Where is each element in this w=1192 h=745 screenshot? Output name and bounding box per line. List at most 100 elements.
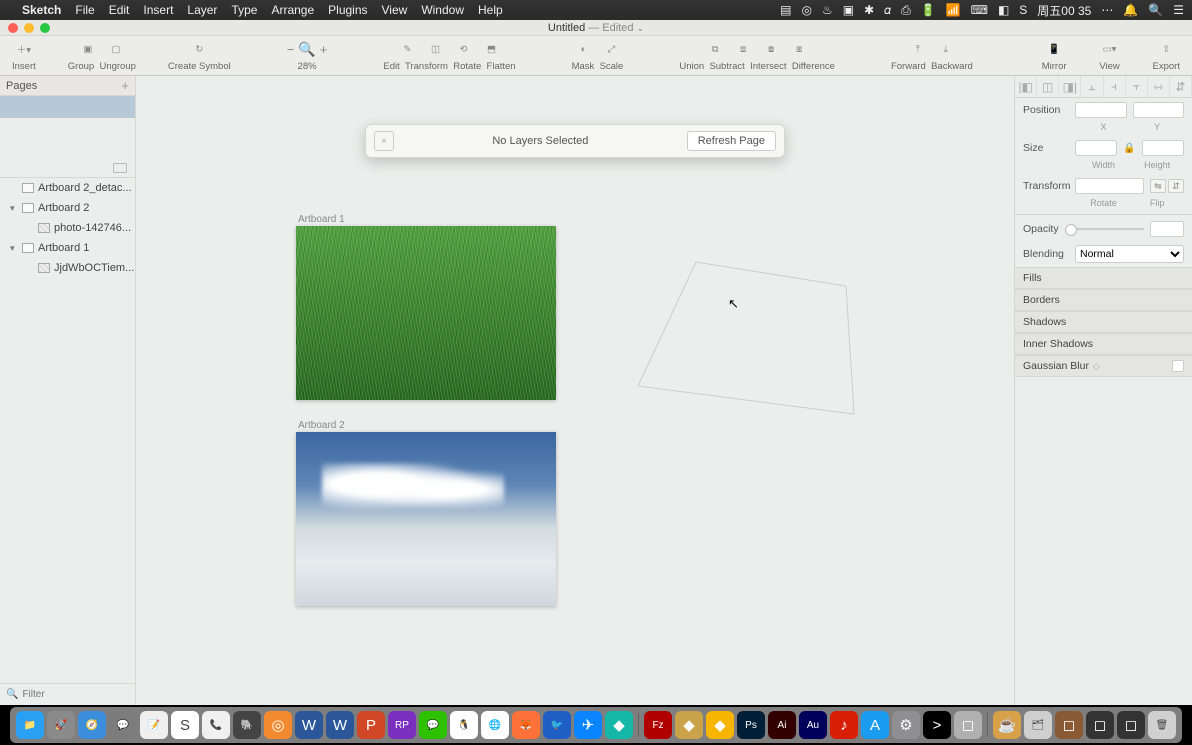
edit-icon[interactable]: ✎ [396,40,418,58]
dock-app-safari[interactable]: 🧭 [78,711,106,739]
union-icon[interactable]: ⧉ [704,40,726,58]
dock-app-app-dark[interactable]: ◻ [1086,711,1114,739]
status-icon[interactable]: S [1019,3,1027,17]
borders-section[interactable]: Borders [1015,289,1192,311]
menu-edit[interactable]: Edit [109,3,130,17]
dock-app-netease[interactable]: ♪ [830,711,858,739]
toolbar-insert[interactable]: ＋▾ Insert [8,36,40,72]
align-right-icon[interactable]: ◨| [1059,76,1081,97]
subtract-icon[interactable]: ⧈ [732,40,754,58]
dock-app-app-gold[interactable]: ◆ [675,711,703,739]
artboard-label[interactable]: Artboard 1 [298,214,345,225]
menu-view[interactable]: View [382,3,408,17]
status-icon[interactable]: 𝛼 [884,3,891,18]
dock-app-app-teal[interactable]: ◆ [605,711,633,739]
dock-app-reminders[interactable]: 📝 [140,711,168,739]
battery-icon[interactable]: 🔋 [921,3,936,17]
gaussian-blur-checkbox[interactable] [1172,360,1184,372]
status-icon[interactable]: ◎ [802,3,812,17]
dock-app-messages[interactable]: 💬 [109,711,137,739]
forward-icon[interactable]: ⤒ [907,40,929,58]
layer-item[interactable]: Artboard 2_detac... [0,178,135,198]
status-icon[interactable]: ✱ [864,3,874,17]
layer-item[interactable]: ▾Artboard 2 [0,198,135,218]
disclosure-icon[interactable]: ▾ [10,203,18,214]
wifi-icon[interactable]: 📶 [946,3,961,17]
align-center-h-icon[interactable]: ◫ [1037,76,1059,97]
group-icon[interactable]: ▣ [77,40,99,58]
dock-app-ringcentral[interactable]: 📞 [202,711,230,739]
add-page-button[interactable]: + [121,78,129,93]
menubar-app[interactable]: Sketch [22,3,61,17]
dock-app-files[interactable]: 🗂 [1024,711,1052,739]
align-left-icon[interactable]: |◧ [1015,76,1037,97]
distribute-h-icon[interactable]: ⇿ [1148,76,1170,97]
menu-arrange[interactable]: Arrange [271,3,314,17]
dock-app-app-dark2[interactable]: ◻ [1117,711,1145,739]
lock-icon[interactable]: 🔒 [1123,143,1135,154]
width-input[interactable] [1075,140,1117,156]
page-row-selected[interactable] [0,96,135,118]
canvas[interactable]: × No Layers Selected Refresh Page Artboa… [136,76,1014,705]
intersect-icon[interactable]: ⧇ [760,40,782,58]
opacity-slider[interactable] [1065,228,1144,230]
position-y-input[interactable] [1133,102,1185,118]
toolbar-mirror[interactable]: 📱 Mirror [1038,36,1071,72]
rotate-icon[interactable]: ⟲ [452,40,474,58]
dock-app-launchpad[interactable]: 🚀 [47,711,75,739]
refresh-page-button[interactable]: Refresh Page [687,131,776,151]
gaussian-blur-section[interactable]: Gaussian Blur ◇ [1015,355,1192,377]
filter-input[interactable] [22,689,154,700]
notification-icon[interactable]: 🔔 [1123,3,1138,17]
toolbar-view[interactable]: ▭▾ View [1095,36,1125,72]
spotlight-icon[interactable]: 🔍 [1148,3,1163,17]
position-x-input[interactable] [1075,102,1127,118]
toolbar-create-symbol[interactable]: ↻ Create Symbol [164,36,235,72]
menu-file[interactable]: File [75,3,94,17]
status-icon[interactable]: ⋯ [1101,3,1113,17]
dock-app-slack[interactable]: S [171,711,199,739]
menu-help[interactable]: Help [478,3,503,17]
dock-app-trash[interactable]: 🗑 [1148,711,1176,739]
artboard-1[interactable] [296,226,556,400]
menu-layer[interactable]: Layer [187,3,217,17]
artboard-2[interactable] [296,432,556,606]
layer-item[interactable]: JjdWbOCTiem... [0,258,135,278]
dock-app-evernote[interactable]: 🐘 [233,711,261,739]
dock-app-appstore[interactable]: A [861,711,889,739]
status-icon[interactable]: ▤ [780,3,791,17]
dock-app-wechat[interactable]: 💬 [419,711,447,739]
dock-app-audition[interactable]: Au [799,711,827,739]
menu-type[interactable]: Type [231,3,257,17]
flip-h-button[interactable]: ⇋ [1150,179,1166,193]
path-shape[interactable] [636,256,856,416]
fills-section[interactable]: Fills [1015,267,1192,289]
dock-app-thunderbird[interactable]: 🐦 [543,711,571,739]
dock-app-filezilla[interactable]: Fz [644,711,672,739]
status-icon[interactable]: ⌨ [971,3,988,17]
zoom-out-button[interactable]: − [287,42,295,57]
dock-app-firefox[interactable]: 🦊 [512,711,540,739]
dock-app-word2[interactable]: W [326,711,354,739]
transform-icon[interactable]: ◫ [424,40,446,58]
blending-select[interactable]: Normal [1075,245,1184,263]
dock-app-finder[interactable]: 📁 [16,711,44,739]
dock-app-powerpoint[interactable]: P [357,711,385,739]
dock-app-sketch[interactable]: ◆ [706,711,734,739]
dock-app-chrome[interactable]: 🌐 [481,711,509,739]
toolbar-export[interactable]: ⇧ Export [1149,36,1184,72]
dock-app-app-orange[interactable]: ◎ [264,711,292,739]
menu-insert[interactable]: Insert [143,3,173,17]
layer-item[interactable]: photo-142746... [0,218,135,238]
align-bottom-icon[interactable]: ⫟ [1126,76,1148,97]
dock-app-illustrator[interactable]: Ai [768,711,796,739]
menu-plugins[interactable]: Plugins [328,3,367,17]
dock-app-cup[interactable]: ☕ [993,711,1021,739]
status-icon[interactable]: ⎙ [901,3,911,18]
close-banner-button[interactable]: × [374,131,394,151]
height-input[interactable] [1142,140,1184,156]
dock-app-word[interactable]: W [295,711,323,739]
dock-app-app-blue[interactable]: ✈ [574,711,602,739]
opacity-input[interactable] [1150,221,1184,237]
dock-app-photoshop[interactable]: Ps [737,711,765,739]
